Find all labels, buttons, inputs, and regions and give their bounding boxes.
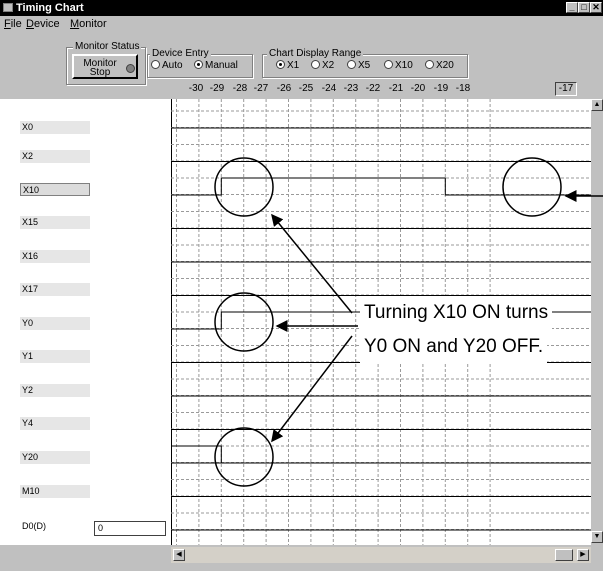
chart-display-range-label: Chart Display Range — [267, 48, 364, 60]
annotation-line: Y0 ON and Y20 OFF. — [360, 330, 548, 364]
tick-label: -26 — [276, 83, 292, 94]
tick-label: -24 — [321, 83, 337, 94]
tick-label: -25 — [298, 83, 314, 94]
annotation-line: Turning X10 ON turns — [360, 296, 553, 330]
tick-label: -21 — [388, 83, 404, 94]
device-label[interactable]: X15 — [20, 216, 90, 229]
device-label[interactable]: Y0 — [20, 317, 90, 330]
range-x20-radio[interactable]: X20 — [425, 60, 454, 72]
maximize-button[interactable]: □ — [578, 2, 590, 13]
menu-file[interactable]: File — [4, 16, 22, 32]
device-entry-label: Device Entry — [150, 48, 211, 60]
radio-icon — [311, 60, 320, 69]
radio-icon — [384, 60, 393, 69]
horizontal-scrollbar[interactable]: ◀ ▶ — [171, 547, 591, 563]
menu-device[interactable]: Device — [26, 16, 60, 32]
device-entry-auto-radio[interactable]: Auto — [151, 60, 183, 72]
app-icon — [3, 3, 13, 12]
scroll-down-icon[interactable]: ▼ — [591, 531, 603, 543]
tick-label: -20 — [410, 83, 426, 94]
device-label[interactable]: X0 — [20, 121, 90, 134]
device-label[interactable]: X2 — [20, 150, 90, 163]
tick-label: -19 — [433, 83, 449, 94]
device-label[interactable]: M10 — [20, 485, 90, 498]
range-x5-radio[interactable]: X5 — [347, 60, 370, 72]
device-label-selected[interactable]: X10 — [20, 183, 90, 196]
d0-value-field[interactable]: 0 — [94, 521, 166, 536]
scroll-left-icon[interactable]: ◀ — [173, 549, 185, 561]
range-x2-radio[interactable]: X2 — [311, 60, 334, 72]
tick-label: -28 — [232, 83, 248, 94]
tick-label: -27 — [253, 83, 269, 94]
timing-chart-window: Timing Chart _ □ ✕ File Device Monitor M… — [0, 0, 603, 571]
device-label[interactable]: X16 — [20, 250, 90, 263]
monitor-status-label: Monitor Status — [73, 41, 142, 53]
annotation-callout: Turning X10 ON turns Y0 ON and Y20 OFF. — [360, 296, 588, 364]
scroll-up-icon[interactable]: ▲ — [591, 99, 603, 111]
device-label[interactable]: Y20 — [20, 451, 90, 464]
scroll-right-icon[interactable]: ▶ — [577, 549, 589, 561]
window-title: Timing Chart — [16, 2, 84, 14]
range-x1-radio[interactable]: X1 — [276, 60, 299, 72]
range-x10-radio[interactable]: X10 — [384, 60, 413, 72]
tick-label: -23 — [343, 83, 359, 94]
device-label[interactable]: X17 — [20, 283, 90, 296]
tick-label: -22 — [365, 83, 381, 94]
monitor-stop-button[interactable]: Monitor Stop — [72, 54, 138, 79]
device-label[interactable]: Y1 — [20, 350, 90, 363]
device-entry-manual-radio[interactable]: Manual — [194, 60, 238, 72]
vertical-scrollbar[interactable]: ▲ ▼ — [591, 99, 603, 545]
device-label[interactable]: D0(D) — [20, 520, 90, 533]
menu-monitor[interactable]: Monitor — [70, 16, 107, 32]
radio-icon — [425, 60, 434, 69]
tick-label: -18 — [455, 83, 471, 94]
radio-icon — [347, 60, 356, 69]
scroll-thumb[interactable] — [555, 549, 573, 561]
close-button[interactable]: ✕ — [590, 2, 602, 13]
device-label[interactable]: Y2 — [20, 384, 90, 397]
device-label[interactable]: Y4 — [20, 417, 90, 430]
menu-bar: File Device Monitor — [0, 16, 603, 32]
minimize-button[interactable]: _ — [566, 2, 578, 13]
tick-label: -29 — [209, 83, 225, 94]
radio-selected-icon — [194, 60, 203, 69]
current-tick-indicator: -17 — [555, 82, 577, 96]
monitor-status-led-icon — [126, 64, 135, 73]
tick-label: -30 — [188, 83, 204, 94]
radio-icon — [151, 60, 160, 69]
title-bar: Timing Chart _ □ ✕ — [0, 0, 603, 16]
radio-selected-icon — [276, 60, 285, 69]
